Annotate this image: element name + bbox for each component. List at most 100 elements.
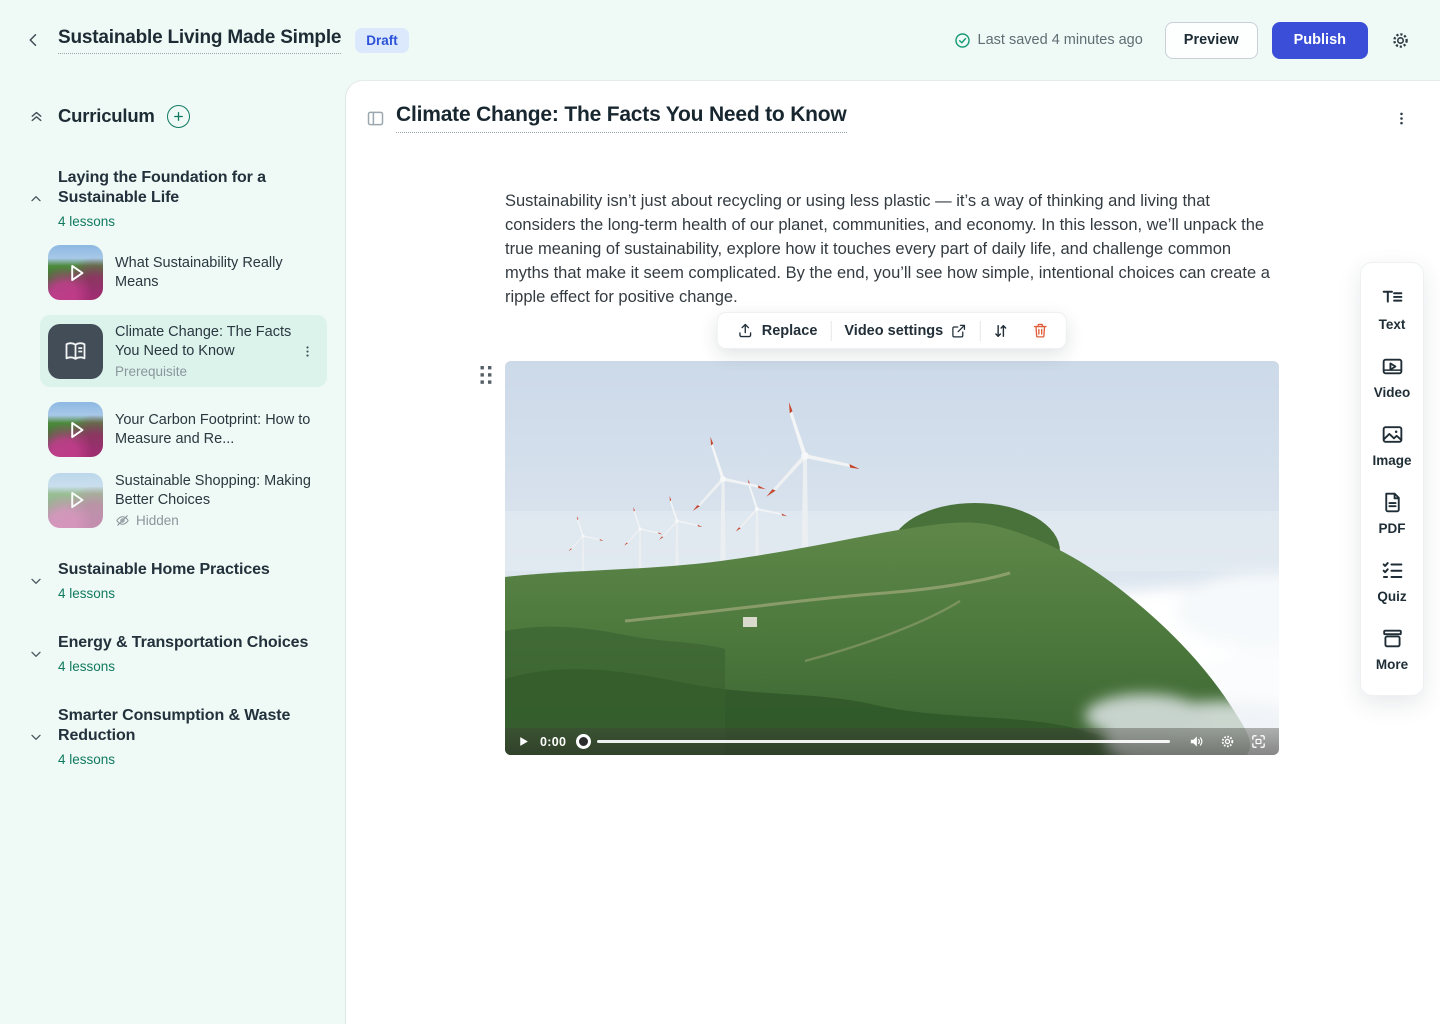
insert-more-button[interactable]: More bbox=[1361, 615, 1423, 683]
lesson-options-button[interactable] bbox=[1389, 106, 1414, 131]
text-block-icon bbox=[1380, 286, 1405, 311]
chevron-up-icon[interactable] bbox=[24, 191, 48, 207]
fullscreen-button[interactable] bbox=[1250, 733, 1267, 750]
lesson-title: Sustainable Shopping: Making Better Choi… bbox=[115, 472, 327, 510]
palette-label: Video bbox=[1374, 385, 1411, 400]
last-saved-text: Last saved 4 minutes ago bbox=[978, 32, 1143, 48]
replace-button[interactable]: Replace bbox=[724, 313, 831, 348]
video-settings-label: Video settings bbox=[844, 323, 943, 339]
palette-label: PDF bbox=[1379, 521, 1406, 536]
lesson-editor-panel: Climate Change: The Facts You Need to Kn… bbox=[345, 80, 1440, 1024]
lesson-body: Sustainability isn’t just about recyclin… bbox=[505, 189, 1279, 755]
curriculum-sidebar: Curriculum Laying the Foundation for a S… bbox=[0, 80, 345, 1024]
last-saved-status: Last saved 4 minutes ago bbox=[954, 32, 1143, 49]
lesson-title-heading[interactable]: Climate Change: The Facts You Need to Kn… bbox=[396, 103, 847, 133]
video-player[interactable]: 0:00 bbox=[505, 361, 1279, 755]
curriculum-section: Smarter Consumption & Waste Reduction 4 … bbox=[24, 706, 327, 767]
insert-video-button[interactable]: Video bbox=[1361, 343, 1423, 411]
section-title: Energy & Transportation Choices bbox=[58, 633, 327, 653]
curriculum-section: Sustainable Home Practices 4 lessons bbox=[24, 560, 327, 601]
gear-icon bbox=[1390, 30, 1411, 51]
section-header[interactable]: Sustainable Home Practices 4 lessons bbox=[24, 560, 327, 601]
chevron-down-icon[interactable] bbox=[24, 729, 48, 745]
course-title[interactable]: Sustainable Living Made Simple bbox=[58, 27, 341, 54]
palette-label: More bbox=[1376, 657, 1408, 672]
lesson-title: What Sustainability Really Means bbox=[115, 254, 327, 292]
curriculum-title: Curriculum bbox=[58, 105, 155, 127]
reorder-button[interactable] bbox=[981, 313, 1021, 348]
insert-quiz-button[interactable]: Quiz bbox=[1361, 547, 1423, 615]
insert-text-button[interactable]: Text bbox=[1361, 275, 1423, 343]
settings-button[interactable] bbox=[1384, 24, 1416, 56]
chevron-left-icon bbox=[25, 31, 43, 49]
chevron-down-icon[interactable] bbox=[24, 646, 48, 662]
pdf-block-icon bbox=[1380, 490, 1405, 515]
kebab-icon bbox=[300, 344, 315, 359]
check-circle-icon bbox=[954, 32, 971, 49]
curriculum-section: Laying the Foundation for a Sustainable … bbox=[24, 168, 327, 528]
palette-label: Image bbox=[1372, 453, 1411, 468]
progress-bar[interactable] bbox=[597, 740, 1170, 743]
video-frame-image bbox=[505, 361, 1279, 755]
double-chevron-up-icon bbox=[28, 108, 45, 125]
section-lesson-count: 4 lessons bbox=[58, 659, 327, 674]
play-icon bbox=[48, 245, 103, 300]
back-button[interactable] bbox=[20, 26, 48, 54]
video-block-icon bbox=[1380, 354, 1405, 379]
delete-block-button[interactable] bbox=[1021, 313, 1060, 348]
panel-toggle-icon bbox=[365, 108, 386, 129]
lesson-prerequisite-label: Prerequisite bbox=[115, 364, 296, 379]
insert-image-button[interactable]: Image bbox=[1361, 411, 1423, 479]
video-controls: 0:00 bbox=[505, 728, 1279, 755]
section-lesson-count: 4 lessons bbox=[58, 214, 327, 229]
image-block-icon bbox=[1380, 422, 1405, 447]
lesson-item-sustainable-shopping[interactable]: Sustainable Shopping: Making Better Choi… bbox=[48, 472, 327, 528]
kebab-icon bbox=[1393, 110, 1410, 127]
collapse-all-button[interactable] bbox=[24, 104, 48, 128]
reading-thumbnail bbox=[48, 324, 103, 379]
replace-label: Replace bbox=[762, 323, 818, 339]
lesson-item-carbon-footprint[interactable]: Your Carbon Footprint: How to Measure an… bbox=[48, 402, 327, 457]
video-block-toolbar: Replace Video settings bbox=[717, 312, 1067, 349]
lesson-title: Your Carbon Footprint: How to Measure an… bbox=[115, 411, 327, 449]
insert-block-palette: Text Video Image PDF Quiz bbox=[1360, 262, 1424, 696]
video-time: 0:00 bbox=[540, 735, 566, 749]
publish-button[interactable]: Publish bbox=[1272, 22, 1368, 59]
swap-vertical-icon bbox=[992, 322, 1010, 340]
section-title: Smarter Consumption & Waste Reduction bbox=[58, 706, 327, 746]
status-badge: Draft bbox=[355, 28, 409, 53]
section-title: Laying the Foundation for a Sustainable … bbox=[58, 168, 327, 208]
trash-icon bbox=[1032, 322, 1049, 339]
lesson-item-climate-change[interactable]: Climate Change: The Facts You Need to Kn… bbox=[40, 315, 327, 387]
play-icon bbox=[48, 402, 103, 457]
topbar-actions: Last saved 4 minutes ago Preview Publish bbox=[954, 22, 1416, 59]
book-open-icon bbox=[62, 338, 89, 365]
video-settings-button[interactable]: Video settings bbox=[831, 313, 980, 348]
lesson-intro-text[interactable]: Sustainability isn’t just about recyclin… bbox=[505, 189, 1279, 309]
external-link-icon bbox=[951, 323, 967, 339]
section-lesson-count: 4 lessons bbox=[58, 752, 327, 767]
lesson-title: Climate Change: The Facts You Need to Kn… bbox=[115, 323, 296, 361]
section-header[interactable]: Smarter Consumption & Waste Reduction 4 … bbox=[24, 706, 327, 767]
insert-pdf-button[interactable]: PDF bbox=[1361, 479, 1423, 547]
play-button[interactable] bbox=[517, 735, 530, 748]
scrubber-handle[interactable] bbox=[576, 734, 591, 749]
preview-button[interactable]: Preview bbox=[1165, 22, 1258, 59]
palette-label: Text bbox=[1379, 317, 1406, 332]
sidebar-toggle-button[interactable] bbox=[362, 105, 388, 131]
section-header[interactable]: Laying the Foundation for a Sustainable … bbox=[24, 168, 327, 229]
quiz-block-icon bbox=[1380, 558, 1405, 583]
add-section-button[interactable] bbox=[167, 105, 190, 128]
drag-handle[interactable] bbox=[479, 364, 493, 386]
upload-icon bbox=[737, 322, 754, 339]
player-settings-button[interactable] bbox=[1219, 733, 1236, 750]
video-thumbnail bbox=[48, 402, 103, 457]
chevron-down-icon[interactable] bbox=[24, 573, 48, 589]
volume-button[interactable] bbox=[1188, 733, 1205, 750]
palette-label: Quiz bbox=[1377, 589, 1406, 604]
section-header[interactable]: Energy & Transportation Choices 4 lesson… bbox=[24, 633, 327, 674]
lesson-list: What Sustainability Really Means Climate… bbox=[24, 245, 327, 528]
video-block: 0:00 bbox=[505, 361, 1279, 755]
lesson-menu-button[interactable] bbox=[296, 340, 319, 363]
lesson-item-what-sustainability[interactable]: What Sustainability Really Means bbox=[48, 245, 327, 300]
